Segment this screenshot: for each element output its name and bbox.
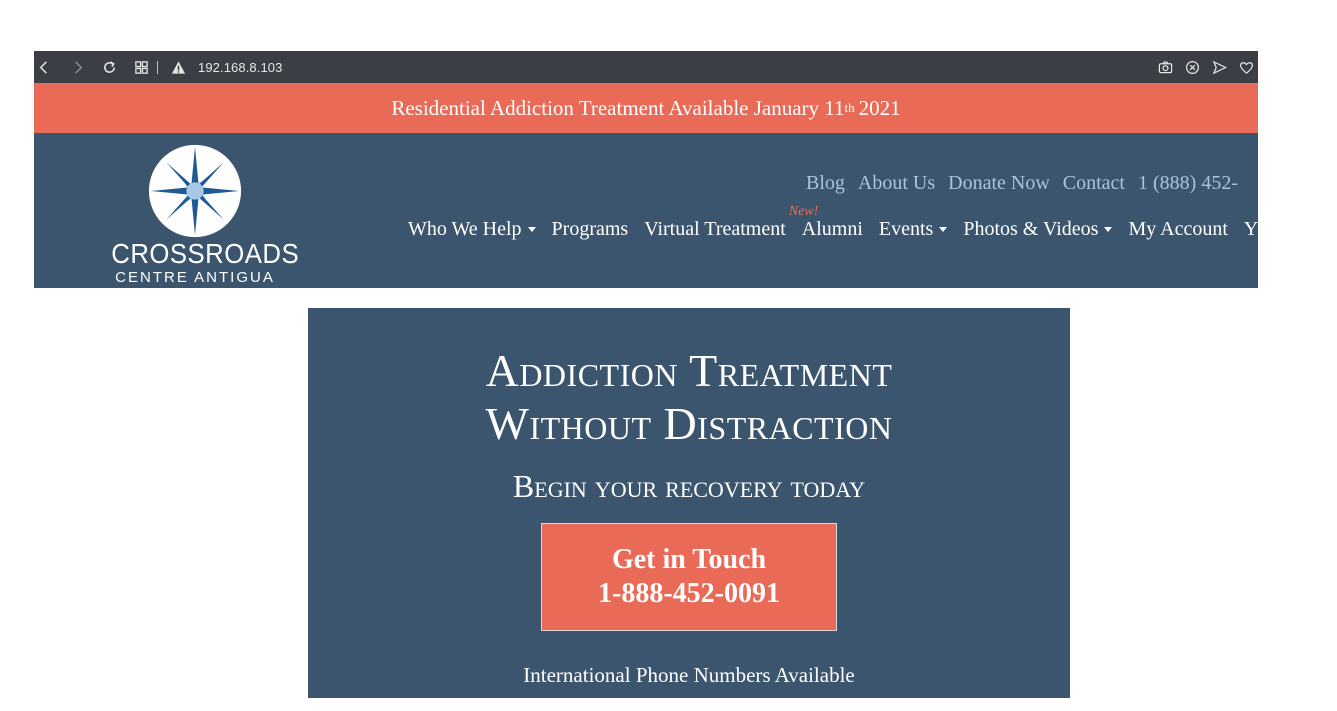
- announcement-text: Residential Addiction Treatment Availabl…: [391, 95, 845, 120]
- get-in-touch-button[interactable]: Get in Touch 1-888-452-0091: [541, 523, 837, 631]
- chevron-down-icon: [1104, 227, 1113, 232]
- announcement-ordinal: th: [844, 100, 855, 115]
- international-numbers-link[interactable]: International Phone Numbers Available: [308, 663, 1070, 688]
- toolbar-divider: [157, 60, 158, 74]
- nav-programs-label: Programs: [551, 218, 629, 240]
- hero-subtitle: Begin your recovery today: [512, 468, 866, 504]
- site-logo[interactable]: CROSSROADS CENTRE ANTIGUA: [104, 141, 300, 286]
- hero-title: Addiction Treatment Without Distraction: [308, 344, 1070, 450]
- forward-icon[interactable]: [67, 57, 87, 77]
- nav-virtual-treatment-label: Virtual Treatment: [644, 218, 786, 240]
- hero-title-line-1: Addiction Treatment: [485, 345, 893, 396]
- chevron-down-icon: [527, 227, 536, 232]
- reload-icon[interactable]: [99, 57, 119, 77]
- nav-who-we-help-label: Who We Help: [408, 218, 522, 240]
- close-circle-icon[interactable]: [1182, 57, 1202, 77]
- toolbar-right-actions: [1155, 51, 1258, 83]
- nav-phone[interactable]: 1 (888) 452-: [1138, 172, 1238, 194]
- announcement-year: 2021: [858, 95, 901, 120]
- logo-name: CROSSROADS: [111, 238, 300, 269]
- nav-donate-now[interactable]: Donate Now: [948, 172, 1050, 194]
- nav-blog[interactable]: Blog: [806, 172, 845, 194]
- address-bar[interactable]: 192.168.8.103: [198, 60, 282, 75]
- browser-toolbar: 192.168.8.103: [34, 51, 1258, 83]
- announcement-banner: Residential Addiction Treatment Availabl…: [34, 83, 1258, 133]
- nav-contact[interactable]: Contact: [1063, 172, 1125, 194]
- back-icon[interactable]: [34, 57, 54, 77]
- heart-icon[interactable]: [1236, 57, 1256, 77]
- nav-alumni[interactable]: New! Alumni: [789, 204, 863, 241]
- tabs-grid-icon[interactable]: [131, 57, 151, 77]
- logo-subtitle: CENTRE ANTIGUA: [115, 269, 275, 286]
- chevron-down-icon: [939, 227, 948, 232]
- nav-photos-videos-label: Photos & Videos: [963, 218, 1099, 240]
- new-badge: New!: [788, 204, 819, 219]
- nav-events-label: Events: [878, 218, 934, 240]
- send-icon[interactable]: [1209, 57, 1229, 77]
- nav-about-us[interactable]: About Us: [858, 172, 935, 194]
- nav-truncated-label: Y: [1243, 218, 1258, 240]
- nav-my-account[interactable]: My Account: [1128, 218, 1227, 241]
- cta-phone: 1-888-452-0091: [598, 578, 780, 609]
- nav-alumni-label: Alumni: [801, 218, 863, 240]
- nav-photos-videos[interactable]: Photos & Videos: [963, 218, 1113, 241]
- nav-virtual-treatment[interactable]: Virtual Treatment: [644, 218, 786, 241]
- nav-truncated-item[interactable]: Y: [1244, 218, 1258, 241]
- nav-who-we-help[interactable]: Who We Help: [408, 218, 536, 241]
- cta-label: Get in Touch: [611, 544, 767, 575]
- site-header: CROSSROADS CENTRE ANTIGUA Blog About Us Do…: [34, 133, 1258, 288]
- hero-panel: Addiction Treatment Without Distraction …: [308, 308, 1070, 698]
- nav-programs[interactable]: Programs: [552, 218, 629, 241]
- nav-events[interactable]: Events: [878, 218, 948, 241]
- camera-icon[interactable]: [1155, 57, 1175, 77]
- warning-icon[interactable]: [168, 57, 188, 77]
- secondary-nav: Blog About Us Donate Now Contact 1 (888) 452…: [806, 172, 1251, 195]
- nav-my-account-label: My Account: [1128, 218, 1228, 240]
- hero-title-line-2: Without Distraction: [485, 398, 893, 449]
- compass-rose-icon: [148, 144, 242, 238]
- primary-nav: Who We Help Programs Virtual Treatment N…: [408, 204, 1258, 241]
